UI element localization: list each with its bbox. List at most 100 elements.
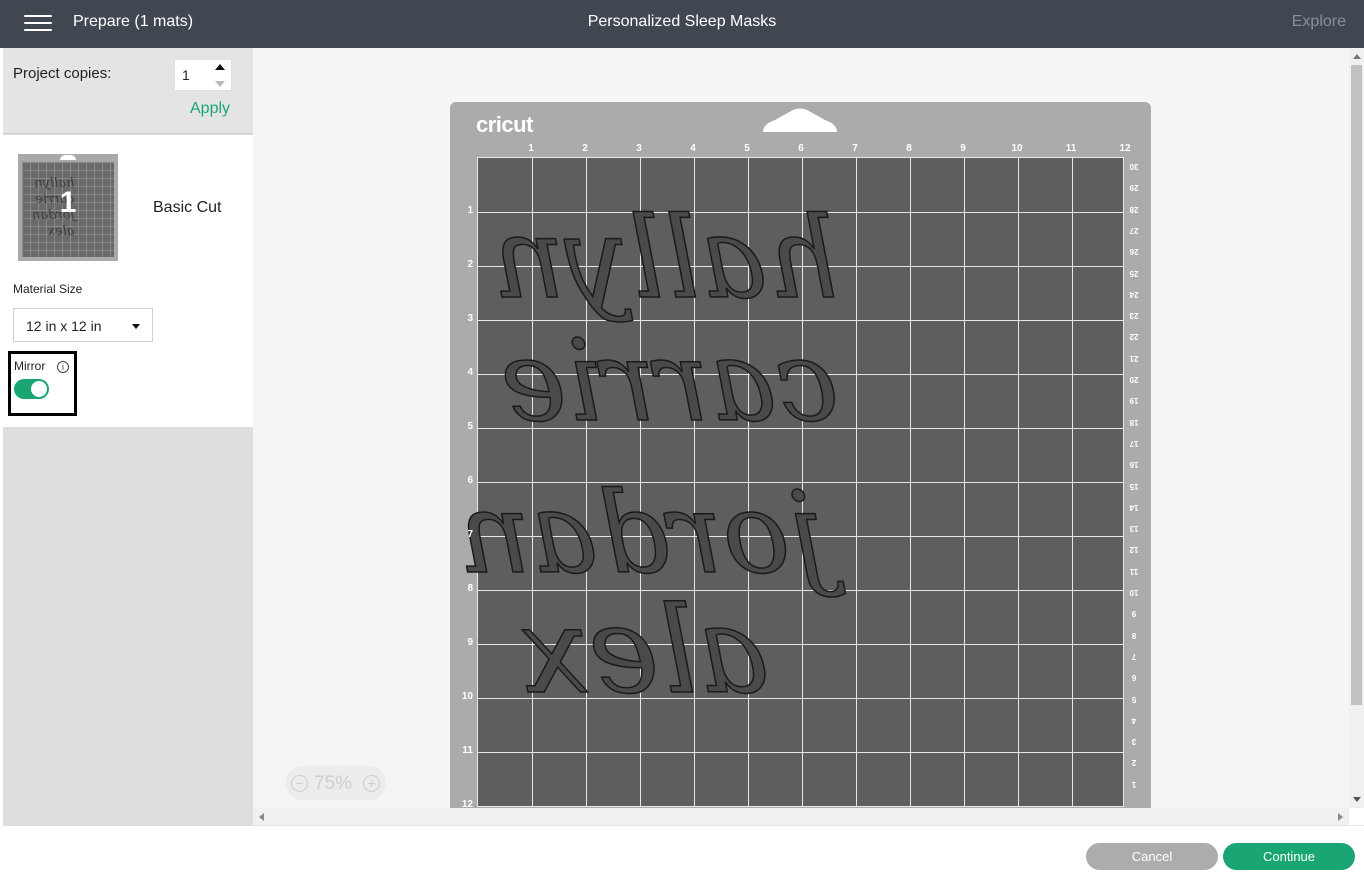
mat-section: hallyn carrie jordan alex 1 Basic Cut Mater… — [3, 135, 253, 427]
zoom-value: 75% — [314, 773, 353, 794]
right-ruler-label: 4 — [1131, 715, 1137, 725]
right-ruler-label: 30 — [1129, 162, 1139, 171]
project-copies-input[interactable]: 1 — [174, 59, 232, 91]
row-label: 6 — [467, 475, 473, 486]
right-ruler-label: 13 — [1129, 524, 1139, 534]
col-label: 6 — [798, 143, 804, 154]
mirror-toggle[interactable] — [14, 379, 49, 399]
right-ruler-label: 8 — [1131, 630, 1137, 640]
page-title: Prepare (1 mats) — [73, 13, 194, 30]
right-ruler-label: 10 — [1129, 588, 1139, 597]
row-label: 10 — [461, 691, 473, 702]
sidebar: Project copies: 1 Apply hallyn carrie jord… — [3, 48, 253, 882]
right-ruler-label: 23 — [1129, 311, 1139, 321]
project-name: Personalized Sleep Masks — [587, 13, 777, 30]
col-label: 2 — [582, 143, 588, 154]
info-icon[interactable]: i — [57, 361, 69, 373]
right-ruler-label: 20 — [1129, 375, 1139, 384]
right-ruler-label: 9 — [1131, 609, 1137, 619]
design-name: alex — [520, 582, 769, 721]
col-label: 8 — [906, 143, 912, 154]
row-label: 9 — [467, 637, 473, 648]
right-ruler-label: 18 — [1129, 417, 1139, 427]
row-label: 5 — [467, 421, 473, 432]
row-label: 8 — [467, 583, 473, 594]
scroll-down-icon[interactable] — [1353, 797, 1361, 802]
right-ruler-label: 12 — [1129, 545, 1139, 555]
vertical-scrollbar[interactable] — [1349, 48, 1364, 808]
scroll-up-icon[interactable] — [1353, 54, 1361, 59]
row-label: 12 — [461, 799, 473, 808]
copies-section: Project copies: 1 Apply — [3, 48, 253, 134]
right-ruler-label: 5 — [1131, 694, 1137, 704]
col-label: 3 — [636, 143, 642, 154]
right-ruler-label: 15 — [1129, 481, 1139, 491]
copies-value: 1 — [182, 67, 190, 83]
right-ruler-label: 17 — [1129, 438, 1139, 448]
col-label: 7 — [852, 143, 858, 154]
menu-icon[interactable] — [24, 15, 52, 33]
right-ruler-label: 16 — [1129, 460, 1139, 470]
col-label: 11 — [1065, 143, 1077, 154]
explore-link[interactable]: Explore — [1292, 13, 1346, 31]
right-ruler-label: 1 — [1131, 779, 1137, 789]
mirrored-names-design[interactable]: hallyn carrie jordan alex — [450, 102, 1151, 808]
row-label: 2 — [467, 259, 473, 270]
row-label: 11 — [462, 745, 473, 756]
sidebar-footer — [3, 826, 253, 882]
right-ruler-label: 28 — [1129, 204, 1139, 214]
right-ruler-label: 11 — [1129, 566, 1139, 576]
right-ruler-label: 29 — [1129, 183, 1139, 193]
footer-bar: Cancel Continue — [253, 825, 1364, 882]
spin-down-icon[interactable] — [215, 81, 225, 87]
chevron-down-icon — [132, 324, 140, 329]
col-label: 12 — [1119, 143, 1131, 154]
design-name: jordan — [459, 469, 846, 599]
scroll-thumb[interactable] — [1351, 65, 1362, 705]
right-ruler-label: 19 — [1129, 396, 1139, 406]
apply-button[interactable]: Apply — [190, 100, 230, 118]
row-label: 1 — [467, 205, 473, 216]
horizontal-scrollbar[interactable] — [253, 808, 1349, 825]
right-ruler-label: 25 — [1129, 268, 1139, 278]
scroll-right-icon[interactable] — [1338, 813, 1343, 821]
mirror-label: Mirror — [14, 359, 46, 373]
cutting-mat: cricut hallyn carrie jordan alex 1234567… — [450, 102, 1151, 808]
mat-thumbnail[interactable]: hallyn carrie jordan alex 1 — [18, 154, 118, 261]
project-copies-label: Project copies: — [13, 65, 112, 82]
material-size-select[interactable]: 12 in x 12 in — [13, 308, 153, 342]
scroll-left-icon[interactable] — [259, 813, 264, 821]
right-ruler-label: 24 — [1129, 289, 1139, 299]
spin-up-icon[interactable] — [215, 64, 225, 70]
right-ruler-label: 3 — [1131, 737, 1137, 747]
zoom-out-icon[interactable]: − — [291, 775, 308, 792]
cancel-button[interactable]: Cancel — [1086, 843, 1218, 870]
mat-number: 1 — [59, 186, 77, 219]
row-label: 4 — [467, 367, 473, 378]
right-ruler-label: 6 — [1131, 673, 1137, 683]
top-bar: Prepare (1 mats) Personalized Sleep Mask… — [0, 0, 1364, 48]
right-ruler-label: 22 — [1129, 332, 1139, 342]
col-label: 5 — [744, 143, 750, 154]
right-ruler-label: 21 — [1129, 353, 1139, 363]
mat-mode-label: Basic Cut — [153, 199, 222, 216]
material-size-label: Material Size — [13, 282, 83, 296]
design-name: hallyn — [493, 194, 839, 324]
col-label: 1 — [528, 143, 534, 154]
mirror-control: Mirror i — [8, 351, 77, 416]
material-size-value: 12 in x 12 in — [26, 318, 102, 334]
right-ruler-label: 2 — [1131, 758, 1137, 768]
mat-hanger-icon — [60, 155, 76, 160]
right-ruler-label: 14 — [1129, 502, 1139, 512]
col-label: 10 — [1011, 143, 1023, 154]
col-label: 9 — [960, 143, 966, 154]
col-label: 4 — [690, 143, 696, 154]
row-label: 7 — [467, 529, 473, 540]
mat-canvas[interactable]: cricut hallyn carrie jordan alex 1234567… — [253, 48, 1349, 808]
right-ruler-label: 7 — [1131, 651, 1137, 661]
right-ruler-label: 26 — [1129, 247, 1139, 257]
toggle-knob — [31, 381, 47, 397]
continue-button[interactable]: Continue — [1223, 843, 1355, 870]
zoom-control: − 75% + — [286, 766, 386, 800]
zoom-in-icon[interactable]: + — [363, 775, 380, 792]
